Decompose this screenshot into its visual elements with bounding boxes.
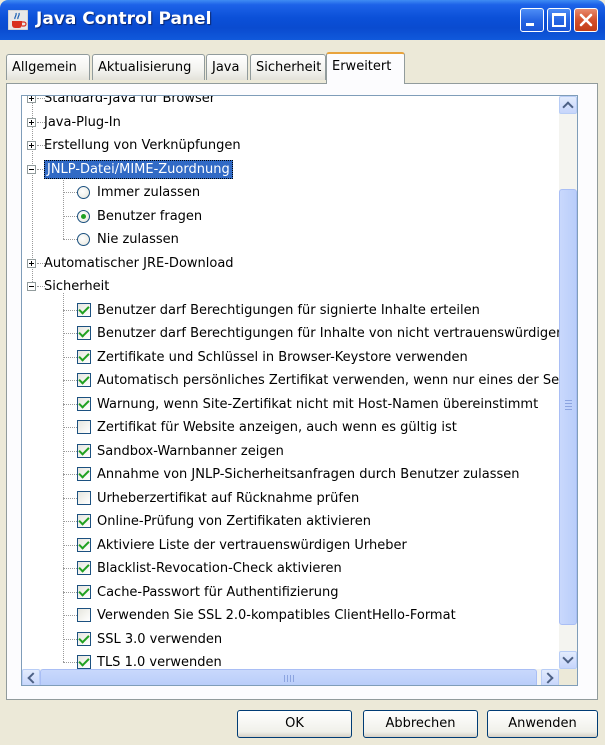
tab-java[interactable]: Java (206, 54, 248, 80)
ok-button[interactable]: OK (237, 710, 352, 738)
tree-checkbox-option[interactable]: Cache-Passwort für Authentifizierung (22, 581, 559, 604)
tree-folder[interactable]: JNLP-Datei/MIME-Zuordnung (22, 158, 559, 181)
tree-checkbox-option[interactable]: Annahme von JNLP-Sicherheitsanfragen dur… (22, 463, 559, 486)
tree-folder[interactable]: Standard-Java für Browser (22, 96, 559, 110)
tree-checkbox-option[interactable]: SSL 3.0 verwenden (22, 628, 559, 651)
minimize-button[interactable] (520, 8, 544, 32)
checkbox-checked-icon[interactable] (77, 467, 91, 481)
arrow-right-icon (542, 672, 554, 684)
scroll-left-button[interactable] (22, 669, 40, 685)
tree-radio-option[interactable]: Immer zulassen (22, 181, 559, 204)
checkbox-checked-icon[interactable] (77, 537, 91, 552)
tree-radio-option[interactable]: Benutzer fragen (22, 205, 559, 228)
tree-checkbox-option[interactable]: Aktiviere Liste der vertrauenswürdigen U… (22, 534, 559, 557)
radio-icon[interactable] (77, 186, 90, 199)
vertical-scroll-thumb[interactable] (559, 189, 577, 625)
checkbox-icon[interactable] (77, 490, 91, 505)
collapse-icon[interactable] (27, 282, 36, 291)
settings-tree-box: Standard-Java für Browser Java-Plug-In Ers… (21, 95, 578, 686)
radio-selected-icon[interactable] (77, 209, 90, 223)
cancel-button[interactable]: Abbrechen (363, 710, 478, 738)
tree-checkbox-option[interactable]: Benutzer darf Berechtigungen für Inhalte… (22, 322, 559, 345)
tree-checkbox-option[interactable]: Zertifikat für Website anzeigen, auch we… (22, 416, 559, 439)
tree-checkbox-option[interactable]: Zertifikate und Schlüssel in Browser-Key… (22, 346, 559, 369)
checkbox-checked-icon[interactable] (77, 514, 91, 528)
settings-tree[interactable]: Standard-Java für Browser Java-Plug-In Ers… (22, 96, 559, 669)
tree-checkbox-option[interactable]: TLS 1.0 verwenden (22, 651, 559, 669)
tree-checkbox-option[interactable]: Urheberzertifikat auf Rücknahme prüfen (22, 487, 559, 510)
window-title: Java Control Panel (36, 9, 212, 29)
tree-checkbox-option[interactable]: Sandbox-Warnbanner zeigen (22, 440, 559, 463)
scroll-corner (559, 669, 577, 685)
tree-checkbox-option[interactable]: Online-Prüfung von Zertifikaten aktivier… (22, 510, 559, 533)
tree-checkbox-option[interactable]: Blacklist-Revocation-Check aktivieren (22, 557, 559, 580)
checkbox-checked-icon[interactable] (77, 443, 91, 458)
tab-erweitert[interactable]: Erweitert (326, 52, 405, 84)
tree-checkbox-option[interactable]: Verwenden Sie SSL 2.0-kompatibles Client… (22, 604, 559, 627)
tab-allgemein[interactable]: Allgemein (6, 54, 90, 80)
apply-button[interactable]: Anwenden (487, 710, 598, 738)
tree-folder[interactable]: Erstellung von Verknüpfungen (22, 134, 559, 157)
minimize-icon (526, 23, 534, 26)
expand-icon[interactable] (27, 117, 36, 127)
checkbox-icon[interactable] (77, 608, 91, 622)
tab-aktualisierung[interactable]: Aktualisierung (92, 54, 205, 80)
close-icon (579, 13, 593, 27)
expand-icon[interactable] (27, 141, 36, 150)
maximize-button[interactable] (547, 8, 571, 32)
tree-checkbox-option[interactable]: Warnung, wenn Site-Zertifikat nicht mit … (22, 393, 559, 416)
checkbox-checked-icon[interactable] (77, 584, 91, 599)
tree-checkbox-option[interactable]: Benutzer darf Berechtigungen für signier… (22, 299, 559, 322)
tree-radio-option[interactable]: Nie zulassen (22, 228, 559, 251)
collapse-icon[interactable] (27, 164, 36, 174)
arrow-left-icon (27, 672, 39, 684)
checkbox-checked-icon[interactable] (77, 631, 91, 646)
checkbox-checked-icon[interactable] (77, 326, 91, 340)
checkbox-checked-icon[interactable] (77, 349, 91, 364)
tree-folder[interactable]: Automatischer JRE-Download (22, 252, 559, 275)
tree-folder[interactable]: Sicherheit (22, 275, 559, 298)
checkbox-checked-icon[interactable] (77, 655, 91, 669)
scroll-up-button[interactable] (559, 96, 577, 114)
checkbox-checked-icon[interactable] (77, 302, 91, 317)
checkbox-checked-icon[interactable] (77, 373, 91, 387)
title-bar[interactable]: Java Control Panel (0, 0, 605, 40)
checkbox-checked-icon[interactable] (77, 396, 91, 411)
tree-checkbox-option[interactable]: Automatisch persönliches Zertifikat verw… (22, 369, 559, 392)
arrow-down-icon (562, 652, 574, 664)
close-button[interactable] (574, 8, 598, 32)
arrow-up-icon (562, 101, 574, 113)
tree-folder[interactable]: Java-Plug-In (22, 111, 559, 134)
scroll-down-button[interactable] (559, 651, 577, 669)
vertical-scrollbar[interactable] (559, 96, 577, 669)
checkbox-icon[interactable] (77, 420, 91, 434)
tab-sicherheit[interactable]: Sicherheit (250, 54, 326, 80)
expand-icon[interactable] (27, 258, 36, 268)
horizontal-scrollbar[interactable] (22, 669, 559, 685)
java-cup-icon (8, 10, 28, 30)
scroll-right-button[interactable] (541, 669, 559, 685)
expand-icon[interactable] (27, 96, 36, 103)
horizontal-scroll-thumb[interactable] (40, 669, 537, 685)
maximize-icon (552, 13, 566, 27)
checkbox-checked-icon[interactable] (77, 561, 91, 575)
radio-icon[interactable] (77, 233, 90, 246)
